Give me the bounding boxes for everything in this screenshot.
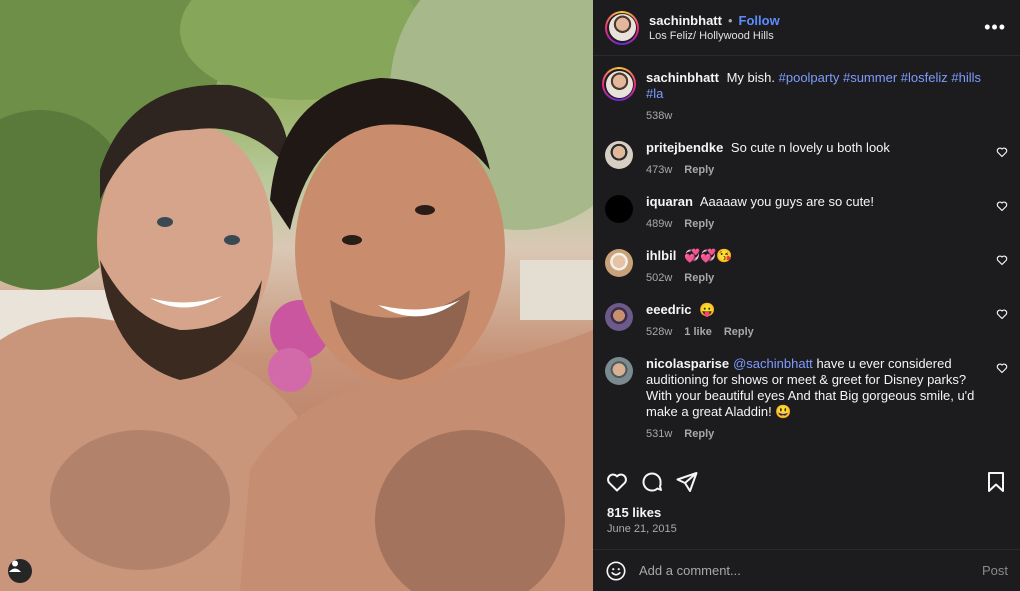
reply-button[interactable]: Reply [684,426,714,442]
reply-button[interactable]: Reply [684,216,714,232]
comment-username[interactable]: ihlbil [646,248,676,263]
photo-illustration [0,0,593,591]
comment-composer: Post [593,549,1020,591]
comment-avatar[interactable] [605,195,633,223]
comment-like-icon[interactable] [996,362,1008,374]
comment-time[interactable]: 502w [646,270,672,286]
hashtag[interactable]: #summer [843,70,897,85]
comments-list[interactable]: sachinbhatt My bish. #poolparty #summer … [593,56,1020,452]
author-username[interactable]: sachinbhatt [649,13,722,28]
comment-time[interactable]: 531w [646,426,672,442]
hashtag[interactable]: #hills [951,70,981,85]
comment-time[interactable]: 473w [646,162,672,178]
comment-like-icon[interactable] [996,200,1008,212]
comment-text: Aaaaaw you guys are so cute! [696,194,875,209]
caption-time[interactable]: 538w [646,108,672,124]
comment-likes[interactable]: 1 like [684,324,712,340]
comment-text: 😛 [695,302,716,317]
comment-time[interactable]: 528w [646,324,672,340]
comment-username[interactable]: pritejbendke [646,140,723,155]
post-header: sachinbhatt • Follow Los Feliz/ Hollywoo… [593,0,1020,56]
comment-like-icon[interactable] [996,308,1008,320]
comment-input[interactable] [639,563,982,578]
comment-avatar[interactable] [605,303,633,331]
post-date[interactable]: June 21, 2015 [607,523,677,535]
comment-like-icon[interactable] [996,146,1008,158]
likes-count[interactable]: 815 likes [607,505,661,520]
comment-item: ihlbil 💞💞😘 502w Reply [605,248,1008,286]
comment-username[interactable]: nicolasparise [646,356,729,371]
comment-time[interactable]: 489w [646,216,672,232]
post-sidebar: sachinbhatt • Follow Los Feliz/ Hollywoo… [593,0,1020,591]
hashtag[interactable]: #losfeliz [901,70,948,85]
comment-item: iquaran Aaaaaw you guys are so cute! 489… [605,194,1008,232]
post-button[interactable]: Post [982,563,1008,578]
comment-avatar[interactable] [605,357,633,385]
post-photo[interactable] [0,0,593,591]
author-avatar[interactable] [605,10,639,45]
header-text: sachinbhatt • Follow Los Feliz/ Hollywoo… [649,13,982,42]
post-location[interactable]: Los Feliz/ Hollywood Hills [649,30,982,42]
comment-icon[interactable] [640,470,664,494]
heart-icon[interactable] [605,470,629,494]
reply-button[interactable]: Reply [724,324,754,340]
comment-mention[interactable]: @sachinbhatt [733,356,813,371]
hashtag[interactable]: #poolparty [779,70,840,85]
action-bar [593,464,1020,500]
comment-item: eeedric 😛 528w 1 like Reply [605,302,1008,340]
caption-avatar[interactable] [602,67,636,101]
follow-button[interactable]: Follow [739,13,780,28]
caption-username[interactable]: sachinbhatt [646,70,719,85]
comment-text: 💞💞😘 [680,248,733,263]
bookmark-icon[interactable] [984,470,1008,494]
more-icon[interactable]: ••• [982,17,1006,38]
hashtag[interactable]: #la [646,86,663,101]
comment-username[interactable]: eeedric [646,302,692,317]
comment-username[interactable]: iquaran [646,194,693,209]
caption-text: My bish. [726,70,775,85]
share-icon[interactable] [675,470,699,494]
comment-item: nicolasparise @sachinbhatt have u ever co… [605,356,1008,442]
separator-dot: • [727,13,733,28]
comment-avatar[interactable] [605,141,633,169]
comment-avatar[interactable] [605,249,633,277]
emoji-icon[interactable] [605,560,627,582]
comment-item: pritejbendke So cute n lovely u both loo… [605,140,1008,178]
post-container: sachinbhatt • Follow Los Feliz/ Hollywoo… [0,0,1020,591]
comment-text: So cute n lovely u both look [727,140,890,155]
user-tag-icon[interactable] [8,559,32,583]
comment-like-icon[interactable] [996,254,1008,266]
caption: sachinbhatt My bish. #poolparty #summer … [602,67,1008,124]
reply-button[interactable]: Reply [684,162,714,178]
reply-button[interactable]: Reply [684,270,714,286]
